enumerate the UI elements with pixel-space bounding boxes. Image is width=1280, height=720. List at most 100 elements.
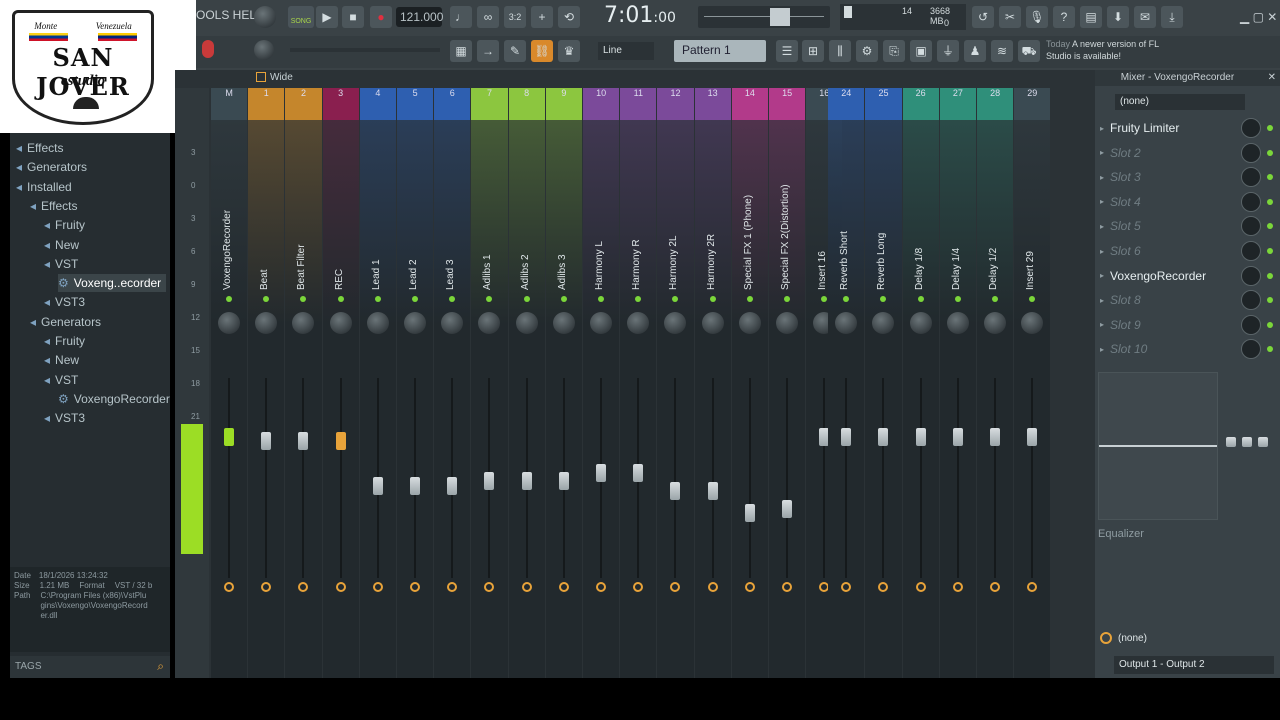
slot-menu-icon[interactable]: ▸ [1100, 197, 1104, 206]
strip-enable-led[interactable] [917, 296, 924, 302]
strip-enable-led[interactable] [709, 296, 716, 302]
shop-icon[interactable]: ⛟ [1018, 40, 1040, 62]
volume-fader-track[interactable] [994, 378, 997, 578]
send-clock-icon[interactable] [1027, 582, 1038, 592]
pan-knob[interactable] [404, 312, 427, 334]
slot-enable-led[interactable] [1267, 248, 1273, 254]
volume-fader-track[interactable] [302, 378, 305, 578]
master-slider-track[interactable] [290, 48, 440, 52]
download-icon[interactable]: ⤓ [1161, 6, 1183, 28]
send-clock-icon[interactable] [990, 582, 1001, 592]
mixer-strip[interactable]: 6 Lead 3 [434, 88, 471, 678]
browser-item[interactable]: ◂ Fruity [44, 216, 85, 234]
wait-record-icon[interactable]: ∞ [477, 6, 499, 28]
send-clock-icon[interactable] [878, 582, 889, 592]
strip-enable-led[interactable] [598, 296, 605, 302]
volume-fader-track[interactable] [956, 378, 959, 578]
mixer-strip[interactable]: 14 Special FX 1 (Phone) [731, 88, 768, 678]
slot-mix-knob[interactable] [1241, 167, 1261, 188]
pan-knob[interactable] [664, 312, 687, 334]
volume-fader[interactable] [633, 464, 644, 483]
slot-mix-knob[interactable] [1241, 241, 1261, 261]
slot-mix-knob[interactable] [1241, 314, 1261, 335]
mixer-strip[interactable]: 15 Special FX 2(Distortion) [769, 88, 806, 678]
pan-knob[interactable] [515, 312, 538, 334]
strip-enable-led[interactable] [843, 296, 850, 302]
strip-enable-led[interactable] [992, 296, 999, 302]
pan-knob[interactable] [255, 312, 278, 334]
send-clock-icon[interactable] [915, 582, 926, 592]
pan-knob[interactable] [1021, 312, 1044, 334]
mixer-strip[interactable]: 5 Lead 2 [397, 88, 434, 678]
strip-enable-led[interactable] [1029, 296, 1036, 302]
mixer-strip[interactable]: 29 Insert 29 [1014, 88, 1051, 678]
mixer-strip[interactable]: 2 Beat Filter [285, 88, 322, 678]
mixer-icon[interactable]: ⫼ [829, 40, 851, 62]
slot-menu-icon[interactable]: ▸ [1100, 148, 1104, 157]
strip-enable-led[interactable] [374, 296, 381, 302]
strip-enable-led[interactable] [523, 296, 530, 302]
browser-item[interactable]: ◂ Fruity [44, 332, 85, 350]
browser-item[interactable]: ◂ New [44, 351, 79, 369]
mixer-strip[interactable]: 8 Adlibs 2 [508, 88, 545, 678]
volume-fader-track[interactable] [1031, 378, 1034, 578]
volume-fader[interactable] [521, 471, 532, 490]
volume-fader-track[interactable] [882, 378, 885, 578]
mixer-strip[interactable]: M VoxengoRecorder [211, 88, 248, 678]
send-clock-icon[interactable] [558, 582, 569, 592]
slot-menu-icon[interactable]: ▸ [1100, 222, 1104, 231]
pan-knob[interactable] [776, 312, 799, 334]
send-clock-icon[interactable] [841, 582, 852, 592]
send-clock-icon[interactable] [707, 582, 718, 592]
volume-fader[interactable] [596, 464, 607, 483]
send-select[interactable]: (none) [1118, 633, 1147, 644]
slot-enable-led[interactable] [1267, 125, 1273, 131]
piano-roll-icon[interactable]: ▦ [450, 40, 472, 62]
mixer-strip[interactable]: 4 Lead 1 [359, 88, 396, 678]
browser-item[interactable]: ◂ VST [44, 371, 78, 389]
pan-knob[interactable] [552, 312, 575, 334]
strip-header[interactable]: 7 [471, 88, 508, 120]
browser-item[interactable]: ⚙ Voxeng..ecorder [58, 274, 166, 293]
strip-header[interactable]: 27 [939, 88, 976, 120]
send-clock-icon[interactable] [372, 582, 383, 592]
browser-icon[interactable]: ⎘ [883, 40, 905, 62]
mixer-strip[interactable]: 26 Delay 1/8 [902, 88, 939, 678]
browser-item[interactable]: ◂ Installed [16, 178, 72, 196]
strip-header[interactable]: 8 [508, 88, 545, 120]
pan-knob[interactable] [909, 312, 932, 334]
playlist-icon[interactable]: ☰ [776, 40, 798, 62]
volume-fader[interactable] [224, 428, 235, 447]
browser-item[interactable]: ◂ Effects [30, 197, 78, 215]
microphone-icon[interactable]: 🎙 [1026, 6, 1048, 28]
effect-slot[interactable]: ▸ Slot 9 [1095, 313, 1280, 337]
strip-header[interactable]: 3 [322, 88, 359, 120]
main-pitch-knob[interactable] [254, 40, 274, 60]
slot-enable-led[interactable] [1267, 174, 1273, 181]
strip-enable-led[interactable] [880, 296, 887, 302]
mixer-strip[interactable]: 27 Delay 1/4 [939, 88, 976, 678]
close-icon[interactable]: ✕ [1268, 72, 1276, 83]
volume-fader[interactable] [298, 432, 309, 450]
pattern-selector[interactable]: Pattern 1 [674, 40, 766, 62]
undo-icon[interactable]: ↺ [972, 6, 994, 28]
send-clock-icon[interactable] [521, 582, 532, 592]
master-pitch-slider[interactable] [770, 8, 790, 26]
volume-fader-track[interactable] [748, 378, 751, 578]
record-button[interactable]: ● [370, 6, 392, 28]
output-select[interactable]: Output 1 - Output 2 [1114, 656, 1274, 674]
effect-slot[interactable]: ▸ Slot 8 [1095, 288, 1280, 312]
volume-fader[interactable] [447, 477, 458, 495]
send-clock-icon[interactable] [261, 582, 272, 592]
volume-fader-track[interactable] [919, 378, 922, 578]
volume-fader-track[interactable] [711, 378, 714, 578]
slot-enable-led[interactable] [1267, 321, 1273, 328]
strip-header[interactable]: 13 [694, 88, 731, 120]
strip-enable-led[interactable] [560, 296, 567, 302]
slot-menu-icon[interactable]: ▸ [1100, 271, 1104, 280]
strip-header[interactable]: 11 [620, 88, 657, 120]
send-clock-icon[interactable] [952, 582, 963, 592]
plug-icon[interactable]: ⏚ [937, 40, 959, 62]
mixer-strip[interactable]: 3 REC [322, 88, 359, 678]
strip-header[interactable]: 15 [769, 88, 806, 120]
